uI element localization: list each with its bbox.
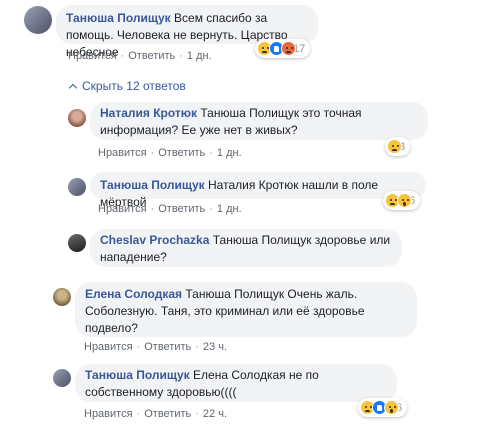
comment-actions: Нравится · Ответить · 1 дн.	[98, 147, 242, 159]
timestamp[interactable]: 1 дн.	[217, 203, 242, 215]
comment-actions: Нравится · Ответить · 22 ч.	[84, 408, 227, 420]
wow-icon	[384, 400, 399, 415]
wow-icon	[397, 193, 412, 208]
comment-bubble: Cheslav Prochazka Танюша Полищук здоровь…	[90, 229, 402, 267]
reply-link[interactable]: Ответить	[158, 147, 205, 159]
like-link[interactable]: Нравится	[68, 50, 117, 62]
separator: ·	[150, 203, 155, 215]
reactions-badge[interactable]: 6	[358, 398, 408, 417]
avatar[interactable]	[68, 234, 86, 252]
separator: ·	[179, 50, 183, 62]
separator: ·	[150, 147, 155, 159]
timestamp[interactable]: 1 дн.	[217, 147, 242, 159]
avatar[interactable]	[68, 178, 86, 196]
like-link[interactable]: Нравится	[84, 341, 133, 353]
hide-replies-label: Скрыть 12 ответов	[82, 79, 186, 93]
comment-author[interactable]: Танюша Полищук	[100, 178, 205, 192]
separator: ·	[209, 203, 213, 215]
avatar[interactable]	[68, 109, 86, 127]
like-link[interactable]: Нравится	[98, 203, 147, 215]
reply-link[interactable]: Ответить	[128, 50, 175, 62]
like-link[interactable]: Нравится	[98, 147, 147, 159]
comment-author[interactable]: Наталия Кротюк	[100, 106, 197, 120]
comment-author[interactable]: Cheslav Prochazka	[100, 233, 209, 247]
comment-author[interactable]: Танюша Полищук	[85, 368, 190, 382]
comment-actions: Нравится · Ответить · 1 дн.	[98, 203, 242, 215]
separator: ·	[136, 408, 141, 420]
sad-icon	[387, 139, 402, 154]
avatar[interactable]	[24, 6, 52, 34]
reactions-badge[interactable]: 3	[385, 137, 411, 156]
chevron-up-icon	[68, 83, 78, 93]
separator: ·	[195, 341, 199, 353]
avatar[interactable]	[53, 369, 71, 387]
comment-bubble: Елена Солодкая Танюша Полищук Очень жаль…	[75, 282, 417, 337]
comment-author[interactable]: Елена Солодкая	[85, 287, 182, 301]
comment-bubble: Наталия Кротюк Танюша Полищук это точная…	[90, 102, 428, 140]
comment-bubble: Танюша Полищук Елена Солодкая не по собс…	[75, 364, 397, 402]
comment-actions: Нравится · Ответить · 23 ч.	[84, 341, 227, 353]
comment-actions: Нравится · Ответить · 1 дн.	[68, 50, 212, 62]
timestamp[interactable]: 22 ч.	[203, 408, 227, 420]
separator: ·	[136, 341, 141, 353]
reply-link[interactable]: Ответить	[144, 341, 191, 353]
like-link[interactable]: Нравится	[84, 408, 133, 420]
angry-icon	[281, 41, 296, 56]
avatar[interactable]	[53, 288, 71, 306]
timestamp[interactable]: 1 дн.	[187, 50, 212, 62]
reply-link[interactable]: Ответить	[144, 408, 191, 420]
hide-replies-link[interactable]: Скрыть 12 ответов	[68, 79, 186, 93]
timestamp[interactable]: 23 ч.	[203, 341, 227, 353]
reply-link[interactable]: Ответить	[158, 203, 205, 215]
separator: ·	[195, 408, 199, 420]
reactions-badge[interactable]: 6	[383, 191, 421, 210]
separator: ·	[120, 50, 125, 62]
comment-bubble: Танюша Полищук Наталия Кротюк нашли в по…	[90, 172, 426, 209]
separator: ·	[209, 147, 213, 159]
reactions-badge[interactable]: 17	[255, 39, 311, 58]
comment-author[interactable]: Танюша Полищук	[66, 11, 171, 25]
